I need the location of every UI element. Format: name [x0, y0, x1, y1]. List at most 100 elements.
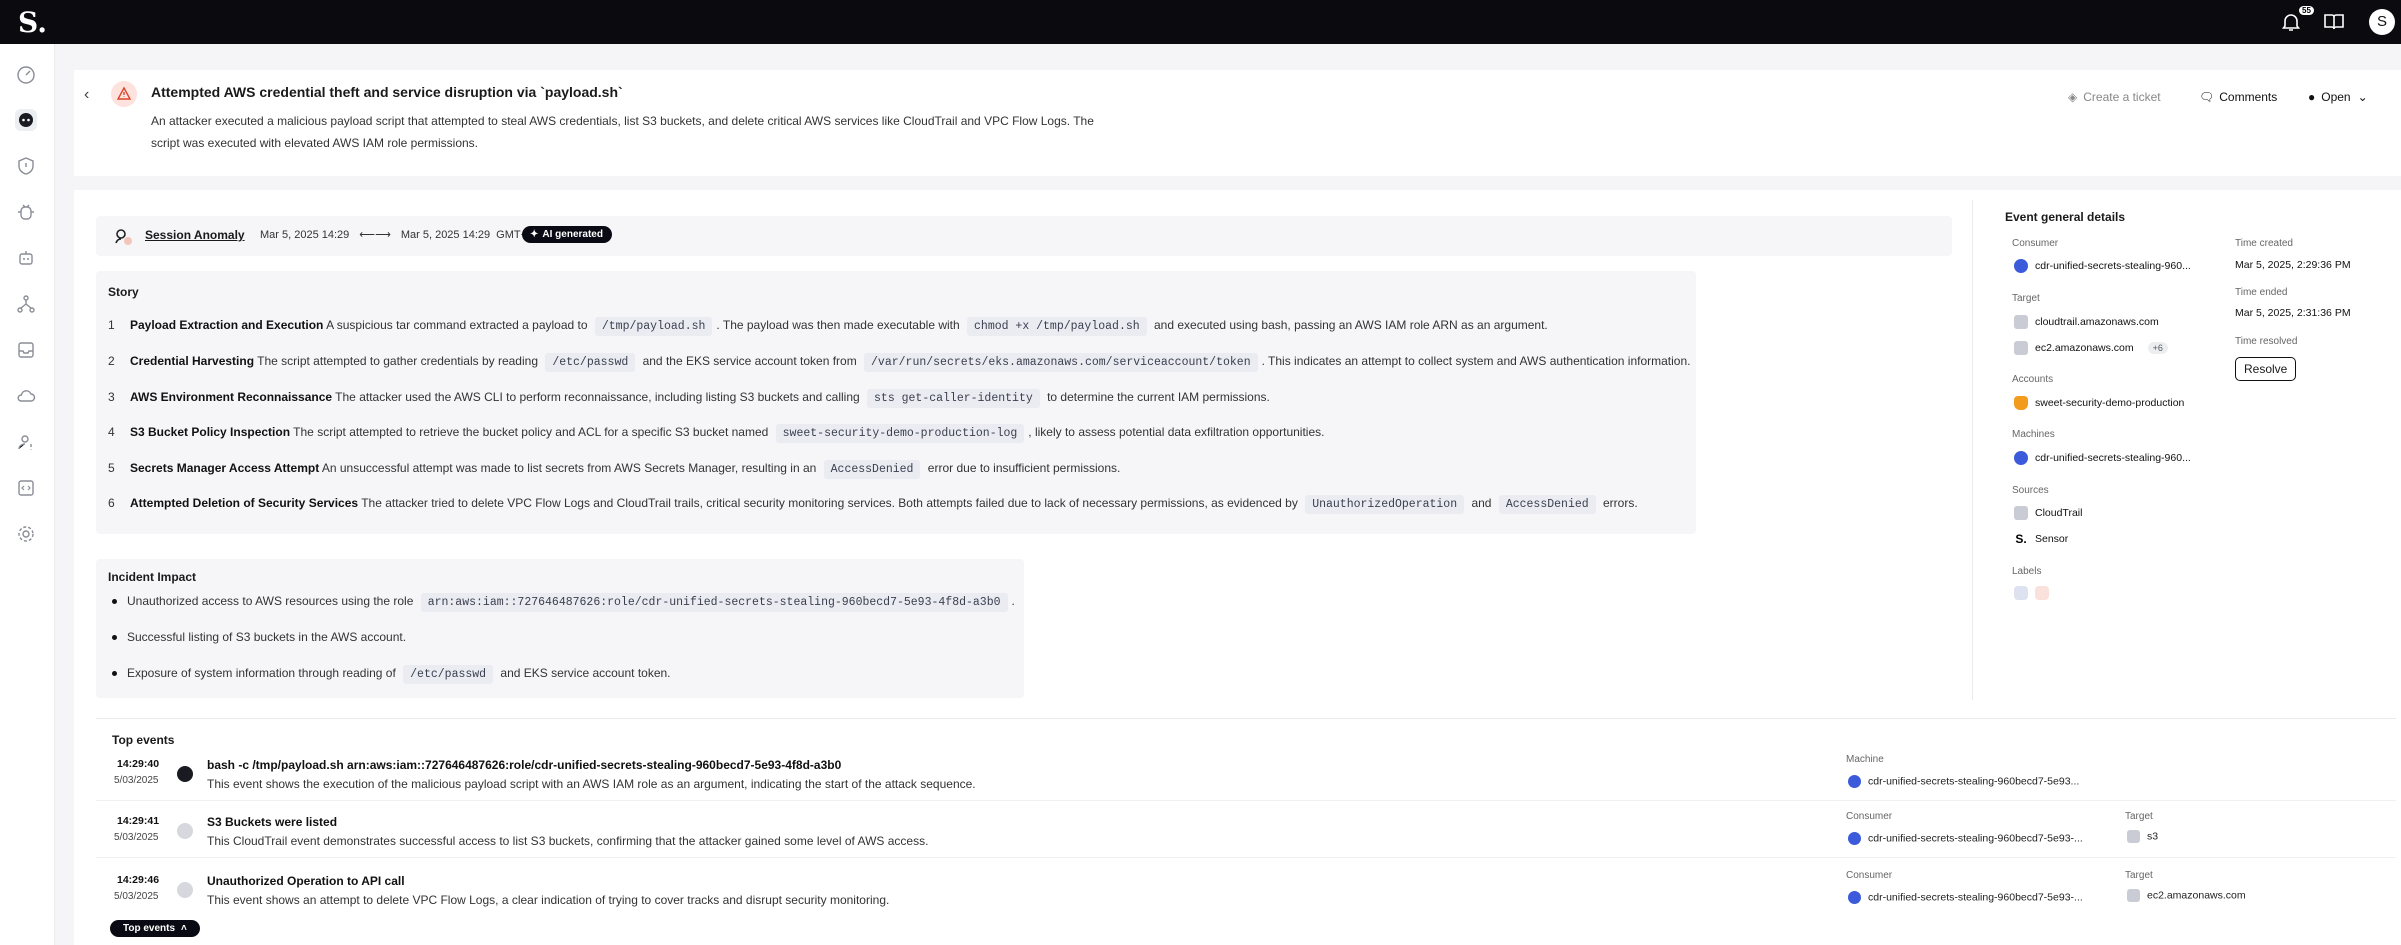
- session-anomaly-link[interactable]: Session Anomaly: [145, 228, 245, 242]
- event-target-label: Target: [2125, 811, 2153, 822]
- cloudtrail-icon: [2014, 506, 2028, 520]
- event-meta-label: Consumer: [1846, 870, 1893, 881]
- time-ended-value: Mar 5, 2025, 2:31:36 PM: [2235, 307, 2351, 319]
- machine-item[interactable]: cdr-unified-secrets-stealing-960...: [2014, 451, 2191, 465]
- user-avatar[interactable]: S: [2369, 9, 2395, 35]
- code-icon[interactable]: [15, 477, 37, 499]
- dashboard-gauge-icon[interactable]: [15, 64, 37, 86]
- app-logo[interactable]: S.: [18, 6, 47, 39]
- shield-icon[interactable]: [15, 155, 37, 177]
- event-target-text: ec2.amazonaws.com: [2147, 889, 2246, 902]
- story-step-text: . This indicates an attempt to collect s…: [1261, 354, 1691, 368]
- event-time: 14:29:41: [117, 815, 160, 827]
- account-item[interactable]: sweet-security-demo-production: [2014, 396, 2184, 410]
- impact-heading: Incident Impact: [108, 570, 197, 584]
- code-snippet: /etc/passwd: [545, 353, 636, 372]
- network-tree-icon[interactable]: [15, 293, 37, 315]
- story-step: 3 AWS Environment Reconnaissance The atta…: [108, 389, 1270, 408]
- story-step: 6 Attempted Deletion of Security Services…: [108, 495, 1638, 514]
- consumer-label: Consumer: [2012, 238, 2059, 249]
- label-tag-icon[interactable]: [2014, 586, 2028, 600]
- impact-text: Unauthorized access to AWS resources usi…: [127, 594, 417, 608]
- target-item[interactable]: cloudtrail.amazonaws.com: [2014, 315, 2159, 329]
- top-events-toggle[interactable]: Top events ˄: [110, 920, 200, 937]
- cloudtrail-icon: [177, 882, 193, 898]
- story-step: 2 Credential Harvesting The script attemp…: [108, 353, 1691, 372]
- code-snippet: arn:aws:iam::727646487626:role/cdr-unifi…: [420, 593, 1008, 612]
- event-target-value[interactable]: ec2.amazonaws.com: [2127, 889, 2246, 902]
- book-icon[interactable]: [2322, 10, 2346, 34]
- story-step-text: and the EKS service account token from: [639, 354, 861, 368]
- impact-item: Successful listing of S3 buckets in the …: [112, 630, 406, 644]
- story-step-title: Credential Harvesting: [130, 354, 255, 368]
- create-ticket-button[interactable]: ◈ Create a ticket: [2068, 90, 2161, 104]
- event-meta-label: Machine: [1846, 754, 1884, 765]
- cloud-icon[interactable]: [15, 385, 37, 407]
- event-title[interactable]: bash -c /tmp/payload.sh arn:aws:iam::727…: [207, 758, 841, 772]
- more-targets-badge[interactable]: +6: [2147, 341, 2168, 354]
- event-meta-text: cdr-unified-secrets-stealing-960becd7-5e…: [1868, 891, 2083, 904]
- status-dropdown[interactable]: ● Open ⌄: [2308, 90, 2368, 104]
- machines-label: Machines: [2012, 429, 2055, 440]
- story-step-text: and executed using bash, passing an AWS …: [1150, 318, 1548, 332]
- resolve-button[interactable]: Resolve: [2235, 357, 2297, 381]
- ai-badge-label: AI generated: [542, 229, 603, 240]
- code-snippet: /var/run/secrets/eks.amazonaws.com/servi…: [864, 353, 1258, 372]
- sidebar: [0, 44, 55, 945]
- consumer-value[interactable]: cdr-unified-secrets-stealing-960...: [2014, 259, 2191, 273]
- sources-label: Sources: [2012, 485, 2049, 496]
- code-snippet: sts get-caller-identity: [867, 389, 1040, 408]
- bug-icon[interactable]: [15, 201, 37, 223]
- inbox-icon[interactable]: [15, 339, 37, 361]
- impact-text: Exposure of system information through r…: [127, 666, 400, 680]
- impact-item: Unauthorized access to AWS resources usi…: [112, 593, 1015, 612]
- user-alert-icon[interactable]: [15, 431, 37, 453]
- identity-icon: [1848, 832, 1861, 845]
- consumer-text: cdr-unified-secrets-stealing-960...: [2035, 259, 2191, 272]
- source-item: S. Sensor: [2014, 532, 2068, 546]
- event-target-text: s3: [2147, 830, 2159, 843]
- robot-icon[interactable]: [15, 247, 37, 269]
- session-anomaly-icon: [115, 229, 132, 245]
- event-meta-value[interactable]: cdr-unified-secrets-stealing-960becd7-5e…: [1848, 832, 2083, 845]
- gear-icon[interactable]: [15, 523, 37, 545]
- code-snippet: AccessDenied: [1498, 495, 1596, 514]
- story-step-text: and: [1468, 496, 1495, 510]
- incidents-icon[interactable]: [15, 109, 37, 131]
- code-snippet: /etc/passwd: [403, 665, 494, 684]
- labels-row: [2014, 586, 2056, 600]
- story-step-number: 2: [108, 354, 115, 368]
- machine-icon: [2014, 451, 2028, 465]
- impact-text: and EKS service account token.: [497, 666, 671, 680]
- event-description: This CloudTrail event demonstrates succe…: [207, 834, 929, 848]
- story-step-number: 4: [108, 425, 115, 439]
- story-step-title: Payload Extraction and Execution: [130, 318, 324, 332]
- event-target-label: Target: [2125, 870, 2153, 881]
- event-title[interactable]: S3 Buckets were listed: [207, 815, 337, 829]
- top-bar: S. 55 S: [0, 0, 2401, 44]
- code-snippet: AccessDenied: [823, 460, 921, 479]
- story-step-text: The attacker used the AWS CLI to perform…: [332, 390, 864, 404]
- event-meta-value[interactable]: cdr-unified-secrets-stealing-960becd7-5e…: [1848, 891, 2083, 904]
- event-meta-value[interactable]: cdr-unified-secrets-stealing-960becd7-5e…: [1848, 775, 2079, 788]
- anomaly-label-icon[interactable]: [2035, 586, 2049, 600]
- story-step: 5 Secrets Manager Access Attempt An unsuc…: [108, 460, 1120, 479]
- terminal-icon: [177, 766, 193, 782]
- story-step-text: errors.: [1599, 496, 1638, 510]
- comment-icon: 🗨: [2199, 90, 2215, 104]
- back-chevron-icon[interactable]: ‹: [84, 86, 89, 104]
- target-item[interactable]: ec2.amazonaws.com +6: [2014, 341, 2168, 355]
- story-step: 4 S3 Bucket Policy Inspection The script …: [108, 424, 1324, 443]
- identity-icon: [2014, 259, 2028, 273]
- event-target-value[interactable]: s3: [2127, 830, 2158, 843]
- chevron-down-icon: ⌄: [2357, 90, 2368, 104]
- aws-service-icon: [2014, 341, 2028, 355]
- code-snippet: chmod +x /tmp/payload.sh: [967, 317, 1147, 336]
- aws-cloud-icon: [2014, 396, 2028, 410]
- target-text: ec2.amazonaws.com: [2035, 341, 2134, 354]
- story-heading: Story: [108, 285, 139, 299]
- status-label: Open: [2321, 90, 2351, 104]
- comments-button[interactable]: 🗨 Comments: [2199, 90, 2277, 104]
- event-date: 5/03/2025: [114, 775, 159, 786]
- event-title[interactable]: Unauthorized Operation to API call: [207, 874, 405, 888]
